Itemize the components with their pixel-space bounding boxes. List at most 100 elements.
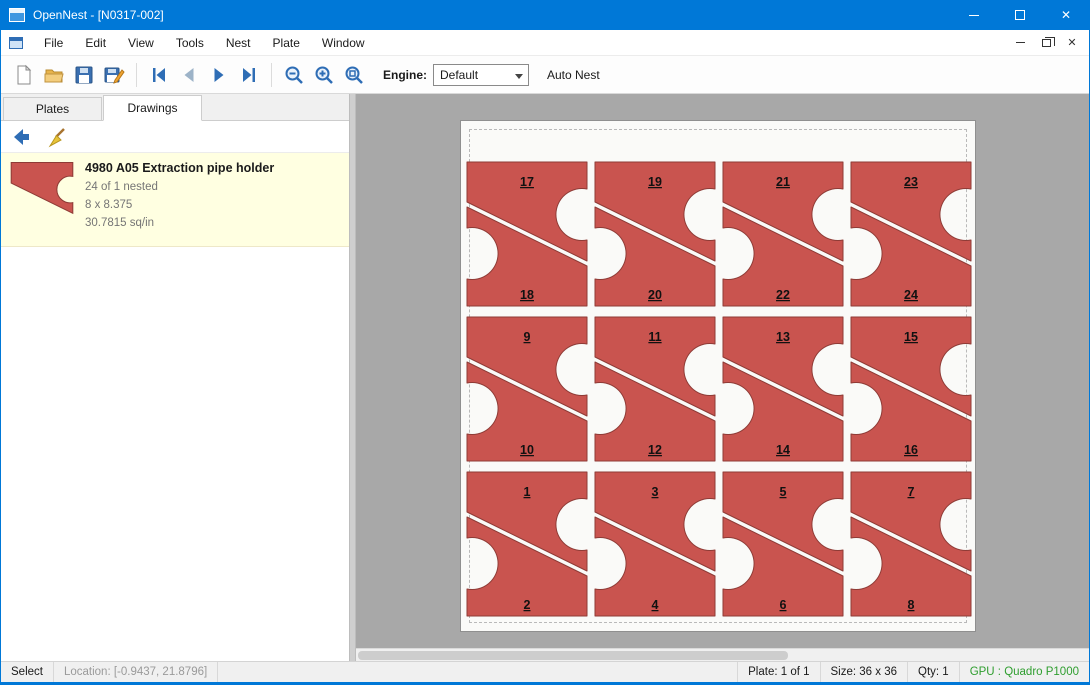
status-location: Location: [-0.9437, 21.8796] (54, 662, 218, 682)
nest-cell[interactable]: 17 18 (463, 159, 591, 309)
menu-tools[interactable]: Tools (165, 32, 215, 54)
drawing-nested-count: 24 of 1 nested (85, 179, 274, 197)
next-plate-button[interactable] (204, 60, 234, 90)
zoom-out-button[interactable] (279, 60, 309, 90)
part-number: 16 (904, 443, 918, 457)
menu-plate[interactable]: Plate (262, 32, 311, 54)
part-number: 9 (524, 330, 531, 344)
drawing-list-item-selected[interactable]: 4980 A05 Extraction pipe holder 24 of 1 … (1, 153, 349, 247)
tab-drawings-label: Drawings (127, 101, 177, 115)
menu-nest[interactable]: Nest (215, 32, 262, 54)
part-number: 8 (908, 598, 915, 612)
panel-splitter[interactable] (349, 94, 356, 661)
title-bar: OpenNest - [N0317-002] ✕ (1, 0, 1089, 30)
nest-cell[interactable]: 23 24 (847, 159, 975, 309)
nest-cell[interactable]: 15 16 (847, 314, 975, 464)
last-icon (238, 64, 260, 86)
zoom-in-button[interactable] (309, 60, 339, 90)
nest-cell[interactable]: 11 12 (591, 314, 719, 464)
first-plate-button[interactable] (144, 60, 174, 90)
part-number: 11 (648, 330, 661, 344)
chevron-down-icon (515, 74, 523, 79)
part-number: 21 (776, 175, 790, 189)
drawing-list: 4980 A05 Extraction pipe holder 24 of 1 … (1, 153, 349, 661)
nest-cell[interactable]: 5 6 (719, 469, 847, 619)
engine-selected-value: Default (440, 68, 478, 82)
zoom-in-icon (313, 64, 335, 86)
menu-edit[interactable]: Edit (74, 32, 117, 54)
menu-window[interactable]: Window (311, 32, 376, 54)
part-number: 6 (780, 598, 787, 612)
mdi-minimize-button[interactable] (1007, 32, 1033, 54)
tab-plates[interactable]: Plates (3, 97, 102, 120)
drawing-dimensions: 8 x 8.375 (85, 197, 274, 215)
minimize-icon (969, 15, 979, 16)
part-thumbnail (9, 161, 75, 238)
menu-bar: File Edit View Tools Nest Plate Window ✕ (1, 30, 1089, 56)
open-file-button[interactable] (39, 60, 69, 90)
new-file-icon (13, 64, 35, 86)
part-number: 24 (904, 288, 918, 302)
mdi-close-button[interactable]: ✕ (1059, 32, 1085, 54)
nest-cell[interactable]: 13 14 (719, 314, 847, 464)
mdi-restore-button[interactable] (1033, 32, 1059, 54)
toolbar-separator (271, 63, 272, 87)
mdi-close-icon: ✕ (1067, 36, 1076, 49)
part-number: 20 (648, 288, 662, 302)
mdi-restore-icon (1042, 39, 1051, 47)
nest-cell[interactable]: 19 20 (591, 159, 719, 309)
status-mode: Select (1, 662, 54, 682)
part-number: 14 (776, 443, 790, 457)
plate[interactable]: 17 18 19 20 (460, 120, 976, 632)
status-size: Size: 36 x 36 (820, 662, 907, 682)
part-number: 4 (652, 598, 659, 612)
close-icon: ✕ (1061, 9, 1071, 21)
horizontal-scrollbar[interactable] (356, 648, 1089, 661)
app-icon (9, 8, 25, 22)
save-as-button[interactable] (99, 60, 129, 90)
scrollbar-thumb[interactable] (358, 651, 788, 660)
last-plate-button[interactable] (234, 60, 264, 90)
engine-select[interactable]: Default (433, 64, 529, 86)
left-panel: Plates Drawings 4980 A05 Extraction pip (1, 94, 349, 661)
part-number: 7 (908, 485, 915, 499)
window-title: OpenNest - [N0317-002] (33, 8, 164, 22)
drawing-title: 4980 A05 Extraction pipe holder (85, 161, 274, 175)
app-window: OpenNest - [N0317-002] ✕ File Edit View … (0, 0, 1090, 685)
tab-plates-label: Plates (36, 102, 69, 116)
nest-cell[interactable]: 9 10 (463, 314, 591, 464)
previous-plate-button[interactable] (174, 60, 204, 90)
new-file-button[interactable] (9, 60, 39, 90)
nest-cell[interactable]: 7 8 (847, 469, 975, 619)
status-qty: Qty: 1 (907, 662, 959, 682)
drawing-area: 30.7815 sq/in (85, 215, 274, 233)
arrow-left-icon (10, 126, 32, 148)
nest-cell[interactable]: 1 2 (463, 469, 591, 619)
clear-drawings-button[interactable] (43, 124, 71, 150)
drawings-toolbar (1, 121, 349, 153)
zoom-fit-icon (343, 64, 365, 86)
nest-row: 9 10 11 12 (463, 314, 975, 464)
import-drawing-button[interactable] (7, 124, 35, 150)
part-number: 17 (520, 175, 534, 189)
status-gpu: GPU : Quadro P1000 (959, 662, 1089, 682)
tab-drawings[interactable]: Drawings (103, 95, 202, 121)
part-number: 22 (776, 288, 790, 302)
minimize-button[interactable] (951, 0, 997, 30)
part-number: 13 (776, 330, 790, 344)
nest-cell[interactable]: 3 4 (591, 469, 719, 619)
save-button[interactable] (69, 60, 99, 90)
maximize-icon (1015, 10, 1025, 20)
zoom-fit-button[interactable] (339, 60, 369, 90)
status-bar: Select Location: [-0.9437, 21.8796] Plat… (1, 661, 1089, 682)
close-button[interactable]: ✕ (1043, 0, 1089, 30)
auto-nest-button[interactable]: Auto Nest (547, 68, 600, 82)
nest-canvas[interactable]: 17 18 19 20 (356, 94, 1089, 648)
menu-file[interactable]: File (33, 32, 74, 54)
part-number: 19 (648, 175, 662, 189)
menu-view[interactable]: View (117, 32, 165, 54)
maximize-button[interactable] (997, 0, 1043, 30)
part-number: 2 (524, 598, 531, 612)
broom-icon (46, 126, 68, 148)
nest-cell[interactable]: 21 22 (719, 159, 847, 309)
